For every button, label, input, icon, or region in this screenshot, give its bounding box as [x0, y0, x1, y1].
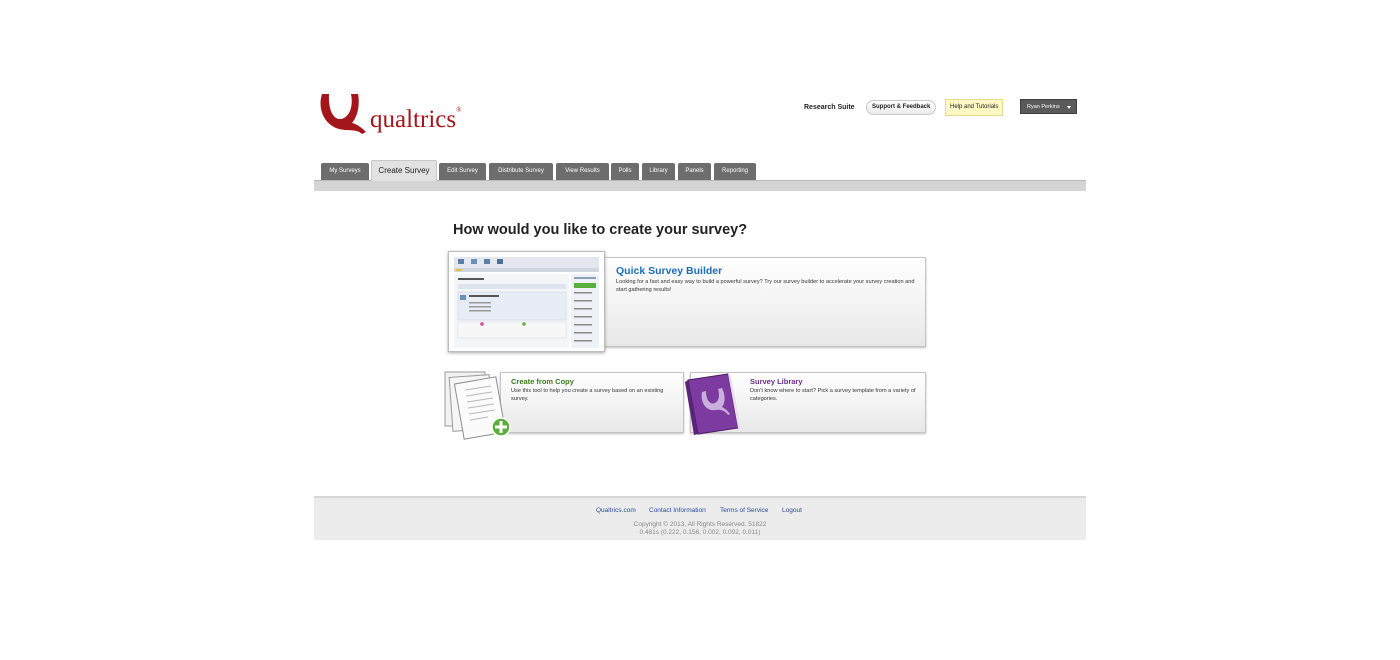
footer-link-qualtrics[interactable]: Qualtrics.com: [596, 507, 636, 514]
user-name: Ryan Perkins: [1027, 104, 1060, 110]
survey-builder-preview-image: [448, 251, 605, 352]
tab-strip: [314, 180, 1086, 191]
quick-survey-builder-link[interactable]: Quick Survey Builder: [616, 265, 722, 277]
tab-my-surveys[interactable]: My Surveys: [321, 163, 369, 180]
copyright-text: Copyright © 2013, All Rights Reserved. 5…: [560, 521, 840, 537]
chevron-down-icon: [1067, 106, 1071, 109]
tab-reporting[interactable]: Reporting: [714, 163, 756, 180]
quick-survey-builder-description: Looking for a fast and easy way to build…: [616, 279, 915, 293]
footer-link-contact[interactable]: Contact Information: [649, 507, 706, 514]
logo-wordmark: qualtrics®: [370, 106, 462, 133]
qualtrics-logo-icon: [320, 94, 366, 134]
tab-polls[interactable]: Polls: [611, 163, 639, 180]
timing-line: 0.481s (0.222, 0.156, 0.002, 0.092, 0.01…: [639, 529, 761, 536]
tab-distribute-survey[interactable]: Distribute Survey: [489, 163, 553, 180]
tab-create-survey[interactable]: Create Survey: [371, 160, 437, 181]
create-from-copy-description: Use this tool to help you create a surve…: [511, 388, 664, 402]
user-menu-button[interactable]: Ryan Perkins: [1020, 99, 1077, 114]
help-tutorials-button[interactable]: Help and Tutorials: [945, 99, 1004, 116]
footer-link-terms[interactable]: Terms of Service: [720, 507, 768, 514]
survey-library-description: Don't know where to start? Pick a survey…: [750, 388, 916, 402]
tab-panels[interactable]: Panels: [678, 163, 711, 180]
create-from-copy-link[interactable]: Create from Copy: [511, 377, 574, 386]
tab-view-results[interactable]: View Results: [556, 163, 609, 180]
tab-library[interactable]: Library: [642, 163, 675, 180]
library-book-icon: [685, 373, 741, 435]
support-feedback-button[interactable]: Support & Feedback: [866, 100, 937, 115]
tab-edit-survey[interactable]: Edit Survey: [439, 163, 486, 180]
page-title: How would you like to create your survey…: [453, 222, 748, 238]
research-suite-label[interactable]: Research Suite: [804, 104, 855, 111]
copy-documents-icon: [444, 371, 511, 440]
survey-library-link[interactable]: Survey Library: [750, 377, 803, 386]
copyright-line: Copyright © 2013, All Rights Reserved. 5…: [633, 521, 767, 528]
footer-link-logout[interactable]: Logout: [782, 507, 802, 514]
